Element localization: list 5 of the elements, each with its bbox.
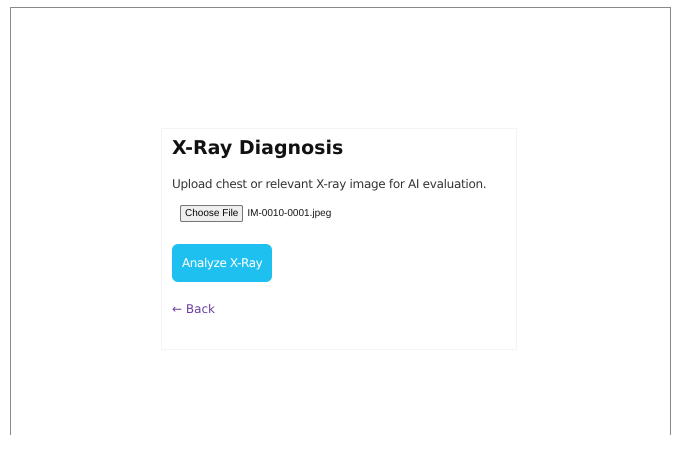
description-text: Upload chest or relevant X-ray image for AI evaluation.: [172, 177, 486, 191]
back-link[interactable]: ← Back: [172, 302, 216, 316]
page-title: X-Ray Diagnosis: [172, 137, 344, 159]
choose-file-button[interactable]: Choose File: [180, 205, 244, 222]
file-name: IM-0010-0001.jpeg: [247, 208, 332, 219]
